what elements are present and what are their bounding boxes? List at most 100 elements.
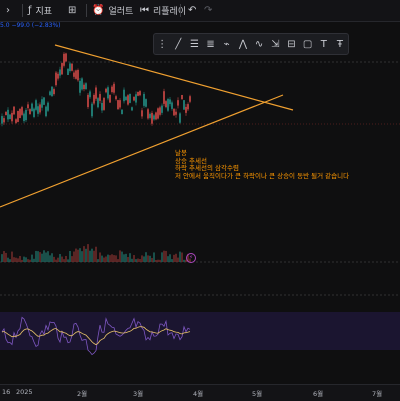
volume-bar (161, 252, 163, 262)
indicators-icon: ƒ (28, 5, 32, 16)
volume-bar (83, 246, 85, 262)
candle-body (63, 53, 65, 66)
undo-icon: ↶ (188, 5, 197, 16)
price-chart[interactable] (0, 22, 400, 384)
candle-body (29, 109, 31, 115)
candle-body (13, 106, 15, 115)
drag-handle-icon[interactable]: ⋮ (154, 39, 170, 50)
volume-bar (39, 252, 41, 262)
alert-label: 얼러트 (108, 7, 134, 17)
xaxis-label: 7월 (372, 390, 383, 398)
candle-body (185, 106, 187, 113)
candle-body (121, 109, 123, 115)
candle-body (151, 112, 153, 124)
volume-bar (99, 252, 101, 262)
alert-button[interactable]: ⏰ 얼러트 (92, 0, 133, 21)
time-axis[interactable]: 16 2025 2월 3월 4월 5월 6월 7월 (0, 384, 400, 401)
volume-bar (27, 259, 29, 262)
candle-body (113, 83, 115, 93)
candle-body (27, 104, 29, 109)
candle-body (129, 93, 131, 103)
candle-body (163, 91, 165, 104)
toolbar-divider (22, 4, 23, 17)
fib-icon[interactable]: ≣ (203, 39, 219, 50)
text-icon[interactable]: T (316, 39, 332, 50)
candle-body (73, 72, 75, 77)
candle-body (39, 104, 41, 113)
volume-bar (55, 259, 57, 262)
candle-body (105, 88, 107, 93)
candle-body (145, 99, 147, 107)
candle-body (9, 114, 11, 120)
volume-bar (53, 256, 55, 262)
volume-bar (47, 251, 49, 262)
volume-bar (35, 250, 37, 262)
ruler-icon[interactable]: ⇲ (267, 39, 283, 50)
volume-bar (95, 246, 97, 262)
horizontal-lines-icon[interactable]: ☰ (186, 39, 202, 50)
toolbar-chevron[interactable]: › (6, 0, 14, 21)
volume-bar (141, 255, 143, 262)
volume-bar (123, 254, 125, 262)
volume-bar (25, 257, 27, 262)
candle-body (33, 108, 35, 117)
volume-bar (135, 259, 137, 262)
volume-bar (33, 258, 35, 262)
candle-body (165, 101, 167, 108)
candle-body (179, 113, 181, 123)
candle-body (99, 94, 101, 101)
xaxis-label: 3월 (133, 390, 144, 398)
candle-body (15, 119, 17, 123)
redo-button[interactable]: ↷ (204, 0, 216, 21)
rectangle-icon[interactable]: ▢ (300, 39, 316, 50)
candle-body (83, 84, 85, 90)
redo-icon: ↷ (204, 5, 213, 16)
volume-bar (109, 255, 111, 262)
undo-button[interactable]: ↶ (188, 0, 200, 21)
xaxis-label: 2월 (77, 390, 88, 398)
path-icon[interactable]: ⌁ (219, 39, 235, 50)
candle-body (1, 116, 3, 124)
wave-icon[interactable]: ∿ (251, 39, 267, 50)
note-icon[interactable]: Ŧ (332, 39, 348, 50)
candle-body (169, 99, 171, 105)
candles (1, 52, 191, 127)
candle-body (155, 112, 157, 120)
trendline-icon[interactable]: ╱ (170, 39, 186, 50)
candle-body (133, 96, 135, 101)
volume-bar (63, 259, 65, 262)
volume-bar (157, 259, 159, 262)
volume-bar (45, 252, 47, 262)
volume-bar (115, 255, 117, 262)
candle-body (43, 97, 45, 105)
volume-bar (13, 257, 15, 262)
candle-body (25, 109, 27, 121)
candle-body (49, 91, 51, 95)
candle-body (61, 63, 63, 75)
volume-bars (1, 244, 191, 262)
candle-body (187, 104, 189, 110)
volume-bar (11, 251, 13, 262)
volume-bar (107, 254, 109, 262)
candle-body (111, 86, 113, 93)
candle-body (59, 69, 61, 76)
replay-label: 리플레이 (153, 7, 187, 17)
candle-body (189, 96, 191, 102)
layout-button[interactable]: ⊞ (68, 0, 80, 21)
indicators-button[interactable]: ƒ 지표 (28, 0, 52, 21)
volume-bar (87, 244, 89, 262)
drawing-toolbar: ⋮ ╱ ☰ ≣ ⌁ ⋀ ∿ ⇲ ⊟ ▢ T Ŧ (153, 33, 349, 55)
candle-body (181, 94, 183, 100)
pattern-icon[interactable]: ⋀ (235, 39, 251, 50)
chart-annotation[interactable]: 날봉 상승 추세선 하락 추세선의 삼각수렴 저 안에서 움직이다가 큰 하락이… (175, 149, 349, 180)
candle-body (117, 100, 119, 110)
xaxis-label: 6월 (313, 390, 324, 398)
alert-marker-icon[interactable]: ⚡ (186, 253, 196, 263)
volume-bar (103, 257, 105, 262)
volume-bar (71, 256, 73, 262)
price-change-text: 5.0 −99.0 (−2.83%) (0, 22, 61, 29)
position-icon[interactable]: ⊟ (283, 39, 299, 50)
candle-body (119, 100, 121, 108)
volume-bar (129, 253, 131, 262)
volume-bar (7, 257, 9, 262)
